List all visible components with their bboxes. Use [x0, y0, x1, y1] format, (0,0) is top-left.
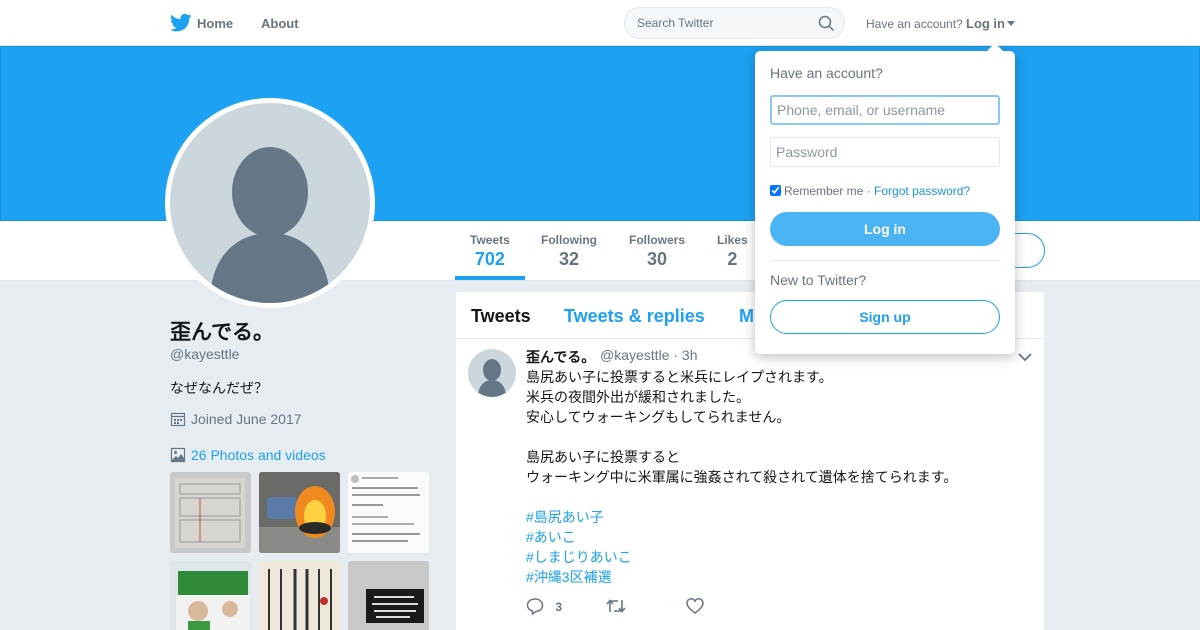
tab-media[interactable]: M [739, 306, 754, 327]
tweet-text-line: 米兵の夜間外出が緩和されました。 [526, 389, 750, 405]
calendar-icon [170, 412, 186, 427]
photo-thumbnail[interactable] [259, 472, 340, 553]
default-avatar-icon [170, 103, 370, 303]
tweet-text-line: 島尻あい子に投票すると [526, 449, 680, 465]
stat-label: Likes [717, 233, 748, 247]
tab-tweets-replies[interactable]: Tweets & replies [564, 306, 705, 327]
remember-me-checkbox[interactable] [770, 185, 781, 196]
photo-thumbnail[interactable] [348, 561, 429, 630]
photo-thumbnail[interactable] [170, 561, 251, 630]
login-dropdown-toggle[interactable]: Log in [966, 16, 1015, 31]
login-dropdown: Have an account? Remember me · Forgot pa… [755, 43, 1015, 354]
profile-avatar[interactable] [165, 98, 375, 308]
caret-down-icon [1007, 21, 1015, 26]
chevron-down-icon[interactable] [1018, 352, 1032, 362]
stat-value: 32 [558, 249, 580, 269]
hashtag-link[interactable]: #島尻あい子 [526, 507, 957, 527]
divider [770, 260, 1000, 261]
stat-value: 702 [474, 249, 505, 269]
login-button[interactable]: Log in [770, 212, 1000, 246]
forgot-password-link[interactable]: Forgot password? [874, 184, 970, 198]
retweet-icon [606, 599, 626, 613]
profile-handle: @kayesttle [170, 346, 240, 362]
twitter-bird-icon[interactable] [170, 13, 192, 33]
reply-count: 3 [555, 600, 563, 614]
stat-value: 2 [727, 249, 738, 269]
stat-label: Tweets [470, 233, 510, 247]
profile-bio: なぜなんだぜ？ [170, 380, 268, 396]
tweet-author-name[interactable]: 歪んでる。 [526, 347, 595, 367]
profile-name: 歪んでる。 [170, 321, 274, 344]
tweet-text-line: 島尻あい子に投票すると米兵にレイプされます。 [526, 369, 833, 385]
photo-thumbnail[interactable] [348, 472, 429, 553]
tweet-avatar[interactable] [468, 349, 516, 397]
photo-thumbnail[interactable] [259, 561, 340, 630]
image-icon [170, 447, 186, 463]
tweet-author-meta[interactable]: @kayesttle · 3h [600, 347, 697, 363]
top-nav: Home About Have an account? Log in [0, 0, 1200, 46]
stat-following[interactable]: Following 32 [541, 233, 597, 270]
tweet-text: 島尻あい子に投票すると米兵にレイプされます。 米兵の夜間外出が緩和されました。 … [526, 367, 957, 587]
photos-link-label: 26 Photos and videos [191, 447, 326, 463]
photo-thumbnail[interactable] [170, 472, 251, 553]
search-icon[interactable] [818, 15, 834, 31]
new-to-twitter-text: New to Twitter? [770, 272, 867, 288]
search-input[interactable] [625, 8, 810, 38]
tweet-actions: 3 [526, 597, 826, 617]
tweet-text-line [526, 427, 957, 447]
signup-button[interactable]: Sign up [770, 300, 1000, 334]
tweet[interactable]: 歪んでる。 @kayesttle · 3h 島尻あい子に投票すると米兵にレイプさ… [456, 339, 1044, 630]
login-toggle-label: Log in [966, 16, 1005, 31]
tweet-text-line: ウォーキング中に米軍属に強姦されて殺されて遺体を捨てられます。 [526, 469, 958, 485]
hashtag-link[interactable]: #沖縄3区補選 [526, 567, 957, 587]
reply-icon [526, 598, 544, 616]
stat-likes[interactable]: Likes 2 [717, 233, 748, 270]
stat-value: 30 [646, 249, 668, 269]
heart-icon [686, 598, 704, 614]
separator-dot: · [866, 184, 871, 198]
hashtag-link[interactable]: #しまじりあいこ [526, 547, 957, 567]
nav-about-link[interactable]: About [261, 16, 299, 31]
stat-followers[interactable]: Followers 30 [629, 233, 685, 270]
have-account-text: Have an account? [866, 17, 963, 31]
tab-tweets[interactable]: Tweets [471, 306, 531, 327]
tweet-text-line: 安心してウォーキングもしてられません。 [526, 409, 791, 425]
profile-joined: Joined June 2017 [170, 411, 302, 427]
photos-videos-link[interactable]: 26 Photos and videos [170, 447, 326, 463]
stat-label: Following [541, 233, 597, 247]
stat-label: Followers [629, 233, 686, 247]
joined-text: Joined June 2017 [191, 411, 302, 427]
stat-tweets[interactable]: Tweets 702 [455, 233, 525, 280]
tweet-author-handle: @kayesttle [600, 347, 670, 363]
reply-button[interactable]: 3 [526, 597, 563, 616]
like-button[interactable] [686, 597, 704, 615]
password-field[interactable] [770, 137, 1000, 167]
search-box [624, 7, 845, 39]
username-field[interactable] [770, 95, 1000, 125]
dropdown-title: Have an account? [770, 65, 883, 81]
hashtag-link[interactable]: #あいこ [526, 527, 957, 547]
tweet-timestamp: · 3h [673, 347, 698, 363]
nav-home-link[interactable]: Home [197, 16, 233, 31]
retweet-button[interactable] [606, 597, 626, 615]
tweet-text-line [526, 487, 957, 507]
remember-row: Remember me · Forgot password? [770, 184, 970, 198]
remember-me-label[interactable]: Remember me [784, 184, 863, 198]
